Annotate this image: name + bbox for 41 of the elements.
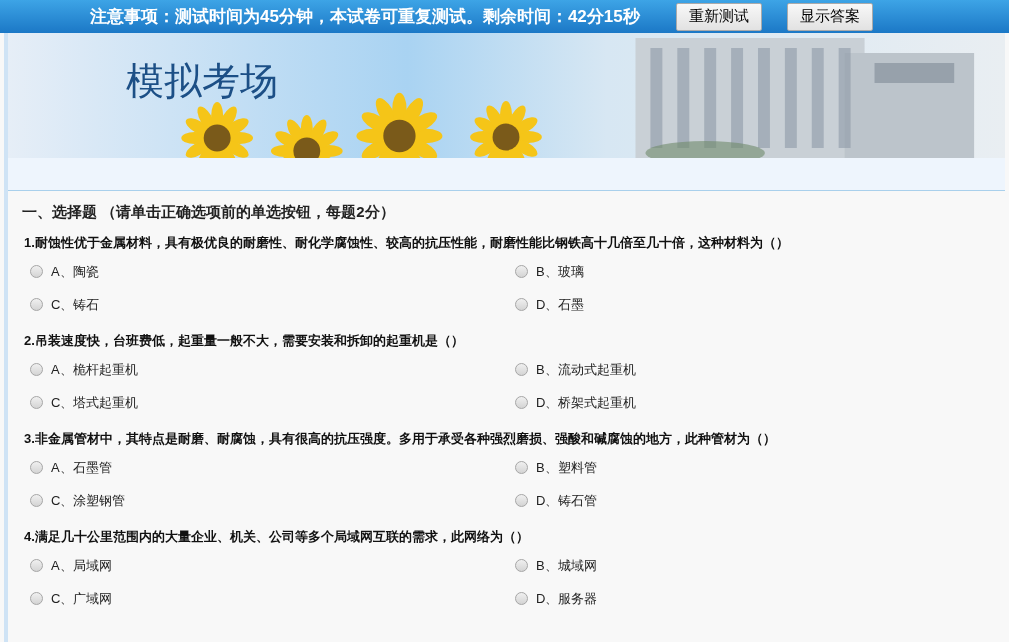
toolbar-button[interactable]: 显示答案 [786,2,873,31]
question-text: 1.耐蚀性优于金属材料，具有极优良的耐磨性、耐化学腐蚀性、较高的抗压性能，耐磨性能比钢铁高十几倍至几十倍，这种材料为（） [23,234,790,252]
option-label: B、流动式起重机 [536,360,636,379]
option-label: A、陶瓷 [51,262,99,281]
radio-button[interactable] [515,494,528,507]
radio-button[interactable] [30,265,43,278]
option-label: D、石墨 [536,295,585,314]
banner-title: 模拟考场 [126,59,278,104]
option-label: C、铸石 [51,295,100,314]
option-label: C、广域网 [51,589,113,608]
option-label: D、桥架式起重机 [536,393,637,412]
option-label: D、服务器 [536,589,598,608]
radio-button[interactable] [515,396,528,409]
option-label: A、石墨管 [51,458,112,477]
option-label: B、塑料管 [536,458,597,477]
radio-button[interactable] [30,396,43,409]
section-title: 一、选择题 （请单击正确选项前的单选按钮，每题2分） [22,202,396,222]
option-label: A、局域网 [51,556,112,575]
radio-button[interactable] [30,494,43,507]
radio-button[interactable] [515,298,528,311]
toolbar-button[interactable]: 重新测试 [675,2,762,31]
radio-button[interactable] [30,363,43,376]
option-label: A、桅杆起重机 [51,360,138,379]
question-text: 2.吊装速度快，台班费低，起重量一般不大，需要安装和拆卸的起重机是（） [23,332,465,350]
option-label: B、城域网 [536,556,597,575]
radio-button[interactable] [30,592,43,605]
option-label: C、塔式起重机 [51,393,139,412]
question-text: 4.满足几十公里范围内的大量企业、机关、公司等多个局域网互联的需求，此网络为（） [23,528,530,546]
radio-button[interactable] [30,461,43,474]
radio-button[interactable] [30,559,43,572]
question-text: 3.非金属管材中，其特点是耐磨、耐腐蚀，具有很高的抗压强度。多用于承受各种强烈磨损、强酸和碱腐蚀的地方，此种管材为（） [23,430,777,448]
radio-button[interactable] [515,265,528,278]
option-label: C、涂塑钢管 [51,491,126,510]
option-label: B、玻璃 [536,262,584,281]
radio-button[interactable] [515,363,528,376]
option-label: D、铸石管 [536,491,598,510]
radio-button[interactable] [30,298,43,311]
notice-text: 注意事项：测试时间为45分钟，本试卷可重复测试。剩余时间：42分15秒 [90,5,640,28]
radio-button[interactable] [515,559,528,572]
radio-button[interactable] [515,461,528,474]
radio-button[interactable] [515,592,528,605]
